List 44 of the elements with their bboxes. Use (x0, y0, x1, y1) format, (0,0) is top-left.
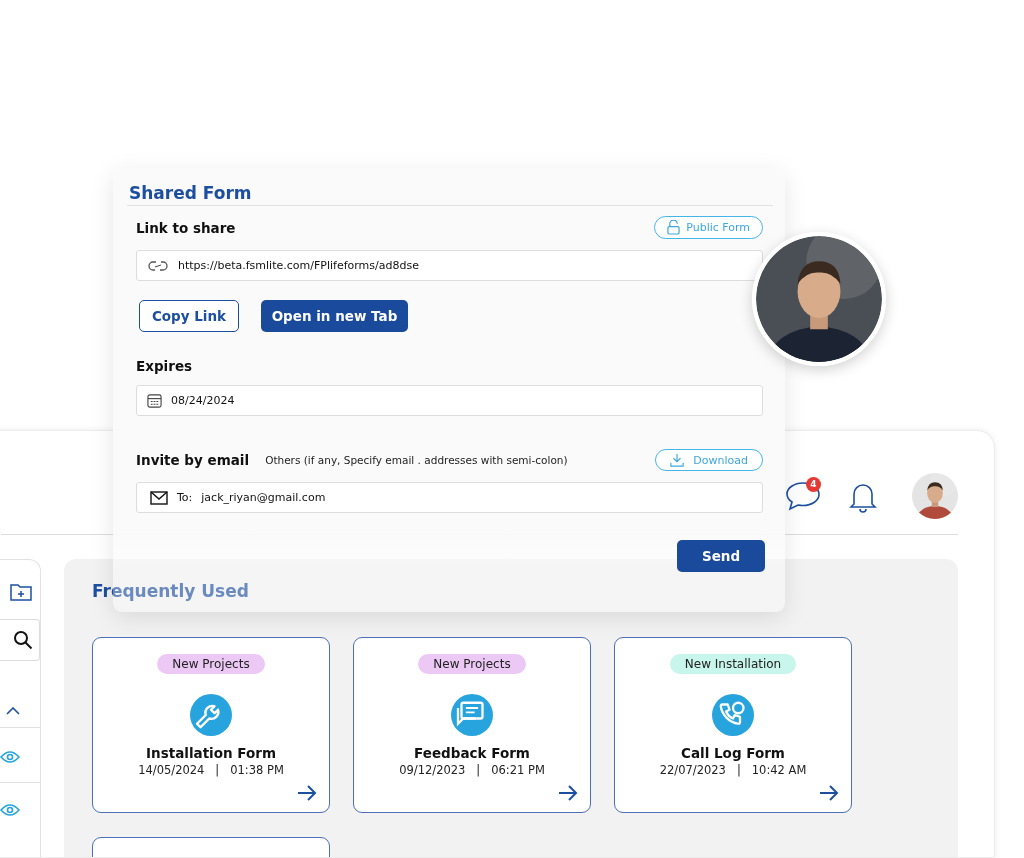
form-card[interactable]: New Projects Feedback Form 09/12/2023 | 06:21 PM (353, 637, 591, 813)
arrow-right-icon[interactable] (297, 785, 317, 801)
section-title: Frequently Used (92, 581, 250, 601)
form-title: Installation Form (146, 745, 276, 761)
date-field[interactable]: 08/24/2024 (136, 385, 763, 416)
chat-icon (451, 694, 493, 736)
link-field[interactable]: https://beta.fsmlite.com/FPlifeforms/ad8dse (136, 250, 763, 281)
copy-link-button[interactable]: Copy Link (139, 300, 239, 332)
form-title: Call Log Form (681, 745, 785, 761)
to-prefix: To: (177, 491, 193, 504)
category-tag: New Projects (418, 654, 526, 674)
chevron-up-icon[interactable] (6, 707, 20, 715)
padlock-icon (667, 220, 681, 235)
search-button[interactable] (0, 619, 40, 661)
form-card[interactable]: New Projects Installation Form 14/05/2024 | 01:38 PM (92, 637, 330, 813)
dialog-title: Shared Form (128, 182, 253, 205)
link-label: Link to share (136, 219, 236, 236)
folder-plus-icon[interactable] (10, 582, 32, 602)
invite-hint: Others (if any, Specify email . addresses with semi-colon) (265, 454, 568, 466)
send-button[interactable]: Send (677, 540, 765, 572)
arrow-right-icon[interactable] (819, 785, 839, 801)
envelope-icon (150, 490, 168, 505)
open-tab-button[interactable]: Open in new Tab (261, 300, 408, 332)
category-tag: New Projects (157, 654, 265, 674)
form-date: 09/12/2023 | 06:21 PM (399, 763, 545, 777)
link-icon (147, 259, 169, 272)
expires-label: Expires (136, 358, 194, 374)
category-tag: New Installation (669, 654, 797, 674)
email-field[interactable]: To: jack_riyan@gmail.com (136, 482, 763, 513)
arrow-right-icon[interactable] (558, 785, 578, 801)
notification-badge: 4 (806, 476, 821, 492)
invite-label: Invite by email (136, 452, 250, 468)
eye-icon[interactable] (0, 803, 20, 817)
phone-icon (712, 694, 754, 736)
form-date: 14/05/2024 | 01:38 PM (138, 763, 284, 777)
form-card[interactable]: New Installation Call Log Form 22/07/2023 | 10:42 AM (614, 637, 852, 813)
form-title: Feedback Form (414, 745, 530, 761)
form-date: 22/07/2023 | 10:42 AM (659, 763, 807, 777)
email-value: jack_riyan@gmail.com (201, 491, 326, 504)
search-icon (13, 630, 33, 650)
eye-icon[interactable] (0, 750, 20, 764)
calendar-icon (147, 393, 162, 408)
download-icon (669, 453, 684, 467)
wrench-icon (190, 694, 232, 736)
